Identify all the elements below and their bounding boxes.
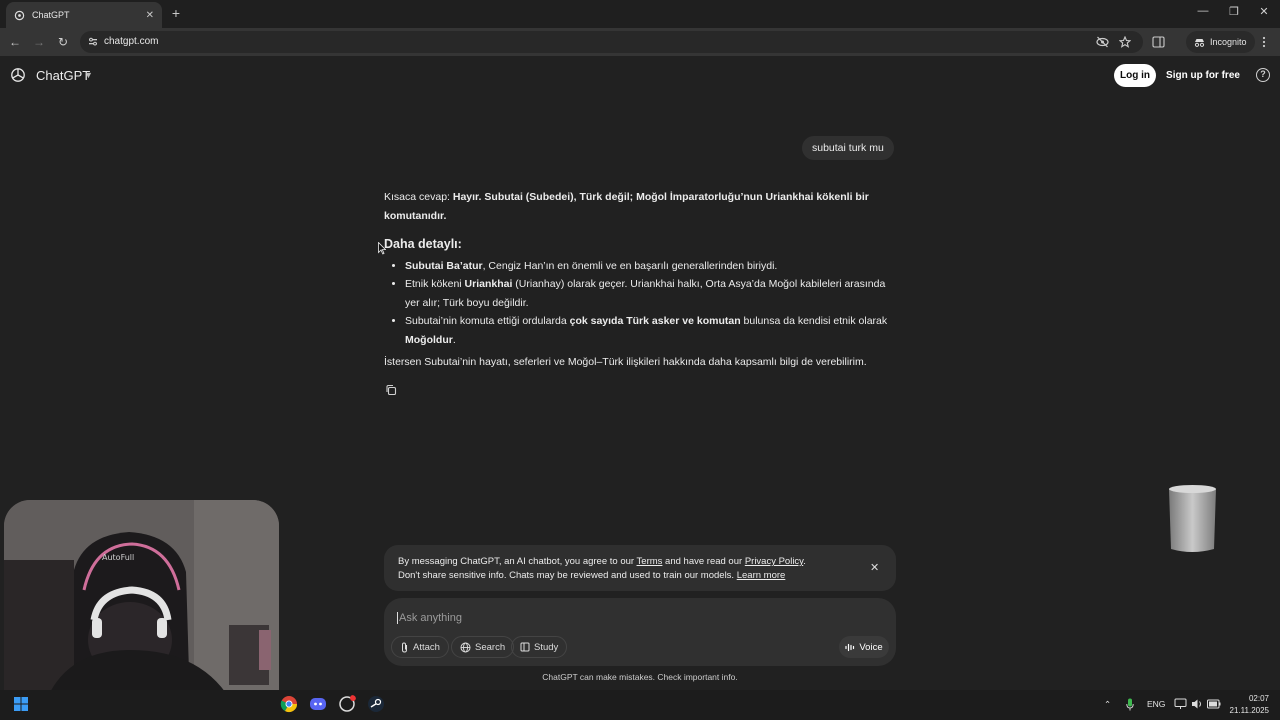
- bullet-bold: Uriankhai: [464, 278, 513, 290]
- system-clock[interactable]: 02:07 21.11.2025: [1227, 693, 1269, 717]
- waveform-icon: [845, 643, 855, 651]
- login-button[interactable]: Log in: [1114, 64, 1156, 87]
- tab-title: ChatGPT: [32, 10, 70, 20]
- tab-close-icon[interactable]: ✕: [146, 10, 154, 21]
- assistant-answer: Kısaca cevap: Hayır. Subutai (Subedei), …: [384, 188, 896, 372]
- cup-overlay-image: [1169, 485, 1216, 552]
- notice-close-icon[interactable]: ✕: [870, 561, 879, 574]
- browser-tab-strip: ChatGPT ✕ + — ❐ ✕: [0, 0, 1280, 28]
- terms-link[interactable]: Terms: [637, 556, 663, 567]
- eye-off-icon[interactable]: [1096, 36, 1109, 48]
- message-composer[interactable]: Ask anything Attach Search Study Voice: [384, 598, 896, 666]
- bullet-bold-2: Moğoldur: [405, 333, 453, 346]
- incognito-icon: [1194, 38, 1205, 47]
- voice-label: Voice: [859, 641, 883, 653]
- help-icon[interactable]: ?: [1256, 68, 1270, 82]
- disclaimer-footnote: ChatGPT can make mistakes. Check importa…: [542, 672, 738, 682]
- steam-icon[interactable]: [367, 695, 385, 713]
- svg-text:AutoFull: AutoFull: [102, 553, 134, 562]
- chevron-down-icon[interactable]: ▼: [84, 70, 93, 80]
- browser-toolbar: ← → ↻ chatgpt.com: [0, 28, 1280, 56]
- book-icon: [520, 642, 530, 652]
- volume-icon[interactable]: [1191, 698, 1204, 710]
- mouse-pointer-icon: [378, 242, 386, 255]
- notice-text: Don't share sensitive info. Chats may be…: [398, 570, 737, 581]
- notice-line-1: By messaging ChatGPT, an AI chatbot, you…: [398, 556, 806, 567]
- tray-chevron-up-icon[interactable]: ⌃: [1104, 699, 1111, 710]
- clock-time: 02:07: [1248, 694, 1269, 703]
- screen: ChatGPT ✕ + — ❐ ✕ ← → ↻ chatgpt.com Inco…: [0, 0, 1280, 720]
- notice-text: By messaging ChatGPT, an AI chatbot, you…: [398, 556, 637, 567]
- bullet-bold: çok sayıda Türk asker ve komutan: [569, 315, 741, 327]
- search-label: Search: [475, 641, 506, 653]
- openai-logo-icon[interactable]: [10, 67, 26, 83]
- terms-notice: By messaging ChatGPT, an AI chatbot, you…: [384, 545, 896, 591]
- incognito-indicator[interactable]: Incognito: [1186, 31, 1255, 53]
- app-title[interactable]: ChatGPT: [36, 68, 90, 83]
- bullet-text: , Cengiz Han’ın en önemli ve en başarılı…: [482, 259, 778, 272]
- globe-icon: [460, 642, 471, 652]
- restore-button[interactable]: ❐: [1226, 5, 1242, 18]
- answer-intro-prefix: Kısaca cevap:: [384, 191, 453, 203]
- privacy-policy-link[interactable]: Privacy Policy: [745, 556, 803, 567]
- notice-text: and have read our: [662, 556, 745, 567]
- side-panel-icon[interactable]: [1152, 36, 1165, 48]
- os-taskbar: ⌃ ENG 02:07 21.11.2025: [0, 690, 1280, 720]
- attach-button[interactable]: Attach: [391, 636, 449, 658]
- voice-button[interactable]: Voice: [839, 636, 889, 658]
- url-text: chatgpt.com: [104, 36, 159, 47]
- reload-icon[interactable]: ↻: [55, 34, 71, 50]
- browser-tab-chatgpt[interactable]: ChatGPT ✕: [6, 2, 162, 28]
- more-menu-icon[interactable]: [1262, 36, 1266, 48]
- attach-label: Attach: [413, 641, 440, 653]
- back-arrow-icon[interactable]: ←: [7, 34, 23, 50]
- webcam-feed-image: AutoFull: [4, 500, 279, 706]
- bullet-pre: Subutai’nin komuta ettiği ordularda: [405, 315, 570, 327]
- windows-start-icon[interactable]: [12, 695, 30, 713]
- new-tab-button[interactable]: +: [169, 5, 183, 21]
- answer-bullet-list: Subutai Ba’atur, Cengiz Han’ın en önemli…: [384, 257, 896, 350]
- language-indicator[interactable]: ENG: [1147, 699, 1165, 709]
- app-icon[interactable]: [338, 695, 356, 713]
- search-button[interactable]: Search: [451, 636, 515, 658]
- user-message-bubble: subutai turk mu: [802, 136, 894, 160]
- bullet-bold: Subutai Ba’atur: [405, 259, 483, 272]
- copy-icon[interactable]: [385, 384, 397, 396]
- answer-heading: Daha detaylı:: [384, 237, 462, 251]
- bullet-post: .: [452, 333, 456, 346]
- site-info-icon[interactable]: [88, 37, 98, 47]
- notice-line-2: Don't share sensitive info. Chats may be…: [398, 570, 785, 581]
- study-label: Study: [534, 641, 559, 653]
- bullet-text: bulunsa da kendisi etnik olarak: [740, 315, 888, 327]
- study-button[interactable]: Study: [511, 636, 568, 658]
- answer-closing: İstersen Subutai’nin hayatı, seferleri v…: [384, 356, 867, 368]
- forward-arrow-icon[interactable]: →: [31, 34, 47, 50]
- answer-intro: Kısaca cevap: Hayır. Subutai (Subedei), …: [384, 188, 896, 225]
- signup-button[interactable]: Sign up for free: [1163, 64, 1243, 87]
- list-item: Etnik kökeni Uriankhai (Urianhay) olarak…: [405, 275, 896, 312]
- close-window-button[interactable]: ✕: [1256, 5, 1272, 18]
- bookmark-star-icon[interactable]: [1119, 36, 1131, 48]
- discord-icon[interactable]: [309, 695, 327, 713]
- chatgpt-favicon-icon: [14, 10, 25, 20]
- network-icon[interactable]: [1174, 698, 1187, 710]
- learn-more-link[interactable]: Learn more: [737, 570, 786, 581]
- list-item: Subutai’nin komuta ettiği ordularda çok …: [405, 312, 896, 349]
- chrome-icon[interactable]: [280, 695, 298, 713]
- paperclip-icon: [402, 641, 407, 653]
- webcam-overlay: AutoFull: [4, 500, 279, 706]
- incognito-label: Incognito: [1210, 37, 1247, 47]
- message-input[interactable]: Ask anything: [397, 612, 462, 624]
- microphone-icon[interactable]: [1126, 698, 1134, 711]
- minimize-button[interactable]: —: [1195, 5, 1211, 17]
- clock-date: 21.11.2025: [1229, 706, 1269, 715]
- user-message-text: subutai turk mu: [812, 142, 884, 154]
- answer-intro-bold: Hayır. Subutai (Subedei), Türk değil; Mo…: [384, 191, 869, 222]
- battery-icon[interactable]: [1207, 699, 1221, 709]
- list-item: Subutai Ba’atur, Cengiz Han’ın en önemli…: [405, 257, 896, 276]
- bullet-pre: Etnik kökeni: [405, 278, 465, 290]
- address-bar[interactable]: chatgpt.com: [80, 31, 1143, 53]
- notice-text: .: [803, 556, 806, 567]
